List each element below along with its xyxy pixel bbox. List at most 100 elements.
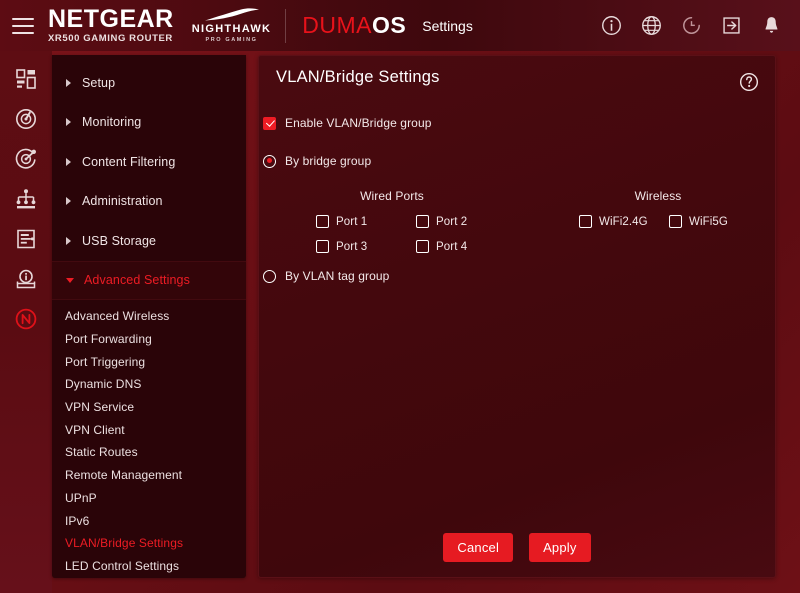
chevron-right-icon	[66, 157, 71, 166]
wired-ports-title: Wired Ports	[360, 189, 424, 203]
by-bridge-group-row: By bridge group	[263, 154, 371, 168]
sidebar-subitem-vlan-bridge-settings[interactable]: VLAN/Bridge Settings	[52, 532, 246, 555]
sidebar-item-administration[interactable]: Administration	[52, 182, 246, 222]
wired-ports-group: Wired Ports Port 1 Port 2 Port 3 Port 4	[316, 189, 516, 265]
brand-name: NETGEAR	[48, 4, 174, 33]
wifi-5g-checkbox[interactable]	[669, 215, 682, 228]
info-icon[interactable]	[601, 15, 622, 36]
port-2-label: Port 2	[436, 215, 468, 228]
sidebar-top-menu: Setup Monitoring Content Filtering Admin…	[52, 55, 246, 300]
chevron-right-icon	[66, 78, 71, 87]
port-2-cell: Port 2	[416, 215, 516, 228]
sidebar-subitem-ipv6[interactable]: IPv6	[52, 509, 246, 532]
sidebar-subitem-remote-management[interactable]: Remote Management	[52, 464, 246, 487]
nighthawk-subtitle: PRO GAMING	[205, 37, 258, 43]
sidebar-subitem-advanced-wireless[interactable]: Advanced Wireless	[52, 305, 246, 328]
footer-button-group: Cancel Apply	[259, 533, 775, 562]
port-1-cell: Port 1	[316, 215, 416, 228]
header-icon-group	[601, 15, 782, 36]
wireless-grid: WiFi2.4G WiFi5G	[579, 215, 759, 240]
cancel-button[interactable]: Cancel	[443, 533, 514, 562]
netgear-brand: NETGEAR XR500 GAMING ROUTER	[48, 4, 174, 45]
port-3-cell: Port 3	[316, 240, 416, 253]
nighthawk-swoosh-icon	[204, 8, 259, 21]
wifi-24g-checkbox[interactable]	[579, 215, 592, 228]
by-vlan-tag-group-radio[interactable]	[263, 269, 276, 283]
port-4-cell: Port 4	[416, 240, 516, 253]
logout-icon[interactable]	[721, 15, 742, 36]
nighthawk-logo: NIGHTHAWK PRO GAMING	[192, 6, 272, 45]
sidebar-item-label: Monitoring	[82, 115, 142, 130]
sidebar-item-label: Administration	[82, 194, 163, 209]
brand-model: XR500 GAMING ROUTER	[48, 32, 173, 44]
globe-icon[interactable]	[641, 15, 662, 36]
sidebar-item-label: Setup	[82, 75, 116, 90]
sidebar-item-label: Advanced Settings	[84, 273, 190, 288]
enable-vlan-bridge-checkbox[interactable]	[263, 116, 276, 130]
wireless-title: Wireless	[634, 189, 682, 203]
dumaos-router-admin-page: NETGEAR XR500 GAMING ROUTER NIGHTHAWK PR…	[0, 0, 800, 593]
help-circle-icon[interactable]	[739, 72, 759, 92]
wireless-group: Wireless WiFi2.4G WiFi5G	[579, 189, 759, 240]
hamburger-icon[interactable]	[12, 17, 34, 34]
sidebar-subitem-vpn-client[interactable]: VPN Client	[52, 418, 246, 441]
sidebar-item-advanced-settings[interactable]: Advanced Settings	[52, 260, 246, 300]
port-3-checkbox[interactable]	[316, 240, 329, 253]
by-vlan-tag-group-label: By VLAN tag group	[285, 269, 390, 283]
network-map-icon[interactable]	[14, 187, 38, 211]
by-vlan-tag-group-row: By VLAN tag group	[263, 269, 389, 283]
dumaos-logo: DUMAOS	[302, 14, 406, 37]
traffic-controller-icon[interactable]	[14, 227, 38, 251]
speedometer-icon[interactable]	[14, 107, 38, 131]
port-1-checkbox[interactable]	[316, 215, 329, 228]
page-title: VLAN/Bridge Settings	[276, 68, 440, 86]
apply-button[interactable]: Apply	[529, 533, 591, 562]
dumaos-logo-duma: DUMA	[302, 12, 372, 38]
chevron-right-icon	[66, 197, 71, 206]
nighthawk-name: NIGHTHAWK	[191, 23, 272, 35]
wired-ports-grid: Port 1 Port 2 Port 3 Port 4	[316, 215, 516, 265]
enable-vlan-bridge-label: Enable VLAN/Bridge group	[285, 116, 432, 130]
netduma-logo-icon[interactable]	[14, 307, 38, 331]
chevron-down-icon	[66, 278, 74, 284]
sidebar-subitem-port-triggering[interactable]: Port Triggering	[52, 350, 246, 373]
sidebar-subitem-vpn-service[interactable]: VPN Service	[52, 396, 246, 419]
app-header: NETGEAR XR500 GAMING ROUTER NIGHTHAWK PR…	[0, 0, 800, 51]
chevron-right-icon	[66, 118, 71, 127]
wifi-24g-cell: WiFi2.4G	[579, 215, 669, 228]
chevron-right-icon	[66, 236, 71, 245]
by-bridge-group-label: By bridge group	[285, 154, 372, 168]
wifi-24g-label: WiFi2.4G	[599, 215, 648, 228]
sidebar-subitem-port-forwarding[interactable]: Port Forwarding	[52, 328, 246, 351]
sidebar-item-setup[interactable]: Setup	[52, 63, 246, 103]
port-2-checkbox[interactable]	[416, 215, 429, 228]
header-divider	[285, 8, 287, 43]
left-icon-rail	[0, 51, 52, 593]
sidebar-subitem-dynamic-dns[interactable]: Dynamic DNS	[52, 373, 246, 396]
sidebar-item-monitoring[interactable]: Monitoring	[52, 103, 246, 143]
geo-filter-icon[interactable]	[14, 147, 38, 171]
sidebar-menu-panel: Setup Monitoring Content Filtering Admin…	[52, 55, 246, 578]
sidebar-submenu: Advanced Wireless Port Forwarding Port T…	[52, 300, 246, 577]
dashboard-icon[interactable]	[14, 67, 38, 91]
sidebar-item-content-filtering[interactable]: Content Filtering	[52, 142, 246, 182]
notification-bell-icon[interactable]	[761, 15, 782, 36]
dumaos-logo-os: OS	[372, 12, 407, 38]
port-4-checkbox[interactable]	[416, 240, 429, 253]
wifi-5g-cell: WiFi5G	[669, 215, 759, 228]
vlan-bridge-settings-panel: VLAN/Bridge Settings Enable VLAN/Bridge …	[258, 55, 776, 578]
port-3-label: Port 3	[336, 240, 368, 253]
port-1-label: Port 1	[336, 215, 368, 228]
header-settings-label: Settings	[422, 17, 473, 34]
wifi-5g-label: WiFi5G	[689, 215, 728, 228]
sidebar-subitem-upnp[interactable]: UPnP	[52, 487, 246, 510]
sidebar-subitem-static-routes[interactable]: Static Routes	[52, 441, 246, 464]
enable-vlan-bridge-row: Enable VLAN/Bridge group	[263, 116, 432, 130]
sidebar-item-label: USB Storage	[82, 233, 157, 248]
sidebar-item-usb-storage[interactable]: USB Storage	[52, 221, 246, 261]
sidebar-subitem-led-control-settings[interactable]: LED Control Settings	[52, 555, 246, 578]
sidebar-item-label: Content Filtering	[82, 154, 176, 169]
by-bridge-group-radio[interactable]	[263, 154, 276, 168]
device-manager-icon[interactable]	[14, 267, 38, 291]
reboot-icon[interactable]	[681, 15, 702, 36]
